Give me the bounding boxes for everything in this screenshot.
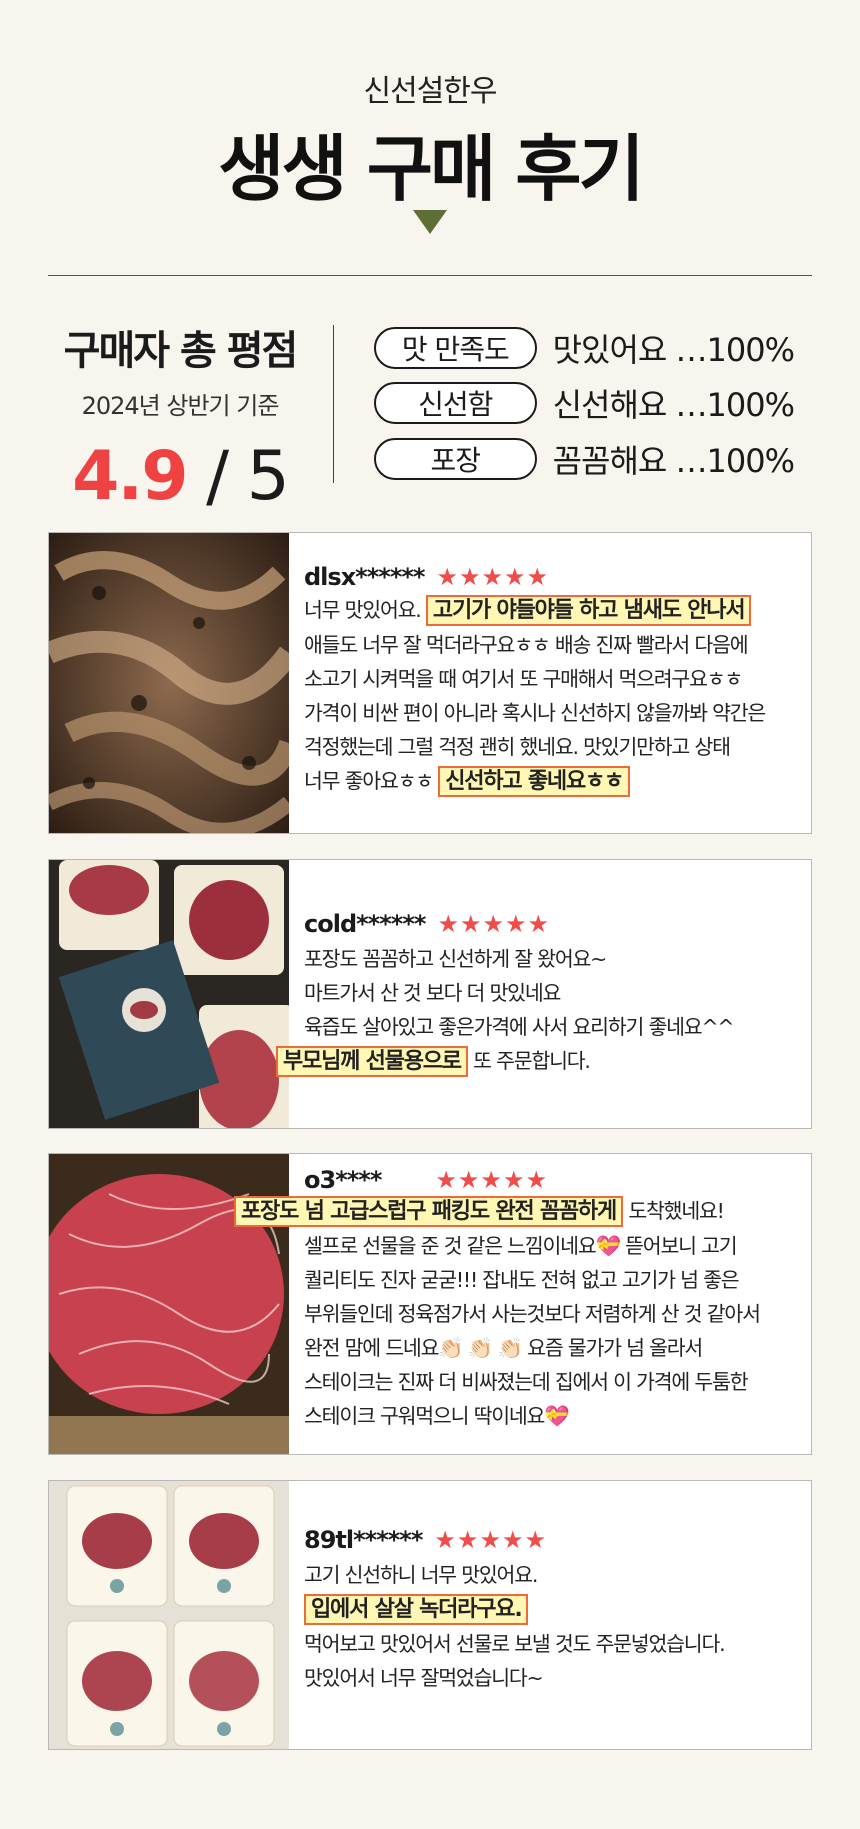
review-line-text: 너무 맛있어요. xyxy=(304,598,426,622)
criteria-result: 맛있어요 …100% xyxy=(552,331,795,369)
criteria-label: 맛 만족도 xyxy=(374,327,537,369)
review-line: 완전 맘에 드네요👏🏻 👏🏻 👏🏻 요즘 물가가 넘 올라서 xyxy=(304,1336,703,1360)
divider xyxy=(48,275,812,276)
review-line: 퀄리티도 진자 굳굳!!! 잡내도 전혀 없고 고기가 넘 좋은 xyxy=(304,1268,740,1292)
score-value: 4.9 xyxy=(72,437,188,516)
review-line: 소고기 시켜먹을 때 여기서 또 구매해서 먹으려구요ㅎㅎ xyxy=(304,667,743,691)
reviewer-id: 89tl****** xyxy=(304,1526,423,1554)
rating-summary: 구매자 총 평점 2024년 상반기 기준 4.9 / 5 xyxy=(40,318,320,516)
down-triangle-icon xyxy=(413,210,447,234)
vertical-divider xyxy=(333,325,334,483)
review-highlight: 고기가 야들야들 하고 냄새도 안나서 xyxy=(425,595,752,626)
criteria-freshness: 신선함 신선해요 …100% xyxy=(374,381,795,425)
review-line: 걱정했는데 그럴 걱정 괜히 했네요. 맛있기만하고 상태 xyxy=(304,735,731,759)
review-line: 부모님께 선물용으로 또 주문합니다. xyxy=(276,1044,803,1079)
star-rating-icon: ★★★★★ xyxy=(434,1526,547,1554)
review-line-text: 너무 좋아요ㅎㅎ xyxy=(304,769,439,793)
review-line: 애들도 너무 잘 먹더라구요ㅎㅎ 배송 진짜 빨라서 다음에 xyxy=(304,633,749,657)
review-line: 너무 맛있어요. 고기가 야들야들 하고 냄새도 안나서 xyxy=(304,593,803,628)
review-photo-gift-box xyxy=(49,860,289,1128)
review-card: dlsx****** ★★★★★ 너무 맛있어요. 고기가 야들야들 하고 냄새도… xyxy=(48,532,812,834)
review-card: o3**** ★★★★★ 포장도 넘 고급스럽구 패킹도 완전 꼼꼼하게 도착했네… xyxy=(48,1153,812,1455)
review-line: 먹어보고 맛있어서 선물로 보낼 것도 주문넣었습니다. xyxy=(304,1632,726,1656)
criteria-label: 신선함 xyxy=(374,382,537,424)
rating-period: 2024년 상반기 기준 xyxy=(81,392,280,420)
review-highlight: 입에서 살살 녹더라구요. xyxy=(304,1594,529,1625)
review-line: 포장도 꼼꼼하고 신선하게 잘 왔어요~ xyxy=(304,947,607,971)
star-rating-icon: ★★★★★ xyxy=(436,563,550,591)
criteria-label: 포장 xyxy=(374,438,537,480)
criteria-taste: 맛 만족도 맛있어요 …100% xyxy=(374,326,795,370)
review-line: 부위들인데 정육점가서 사는것보다 저렴하게 산 것 같아서 xyxy=(304,1302,761,1326)
review-highlight: 부모님께 선물용으로 xyxy=(276,1046,468,1077)
review-line: 마트가서 산 것 보다 더 맛있네요 xyxy=(304,981,561,1005)
brand-name: 신선설한우 xyxy=(363,74,498,109)
score-max: / 5 xyxy=(186,437,290,516)
review-line: 고기 신선하니 너무 맛있어요. xyxy=(304,1563,538,1587)
reviewer-id: cold****** xyxy=(304,910,426,938)
star-rating-icon: ★★★★★ xyxy=(435,1166,548,1194)
review-line-text: 또 주문합니다. xyxy=(467,1049,591,1073)
reviewer-id: o3**** xyxy=(304,1166,382,1194)
review-photo-grilled-beef xyxy=(49,533,289,833)
rating-title: 구매자 총 평점 xyxy=(63,328,299,374)
criteria-result: 꼼꼼해요 …100% xyxy=(552,442,795,480)
page-title: 생생 구매 후기 xyxy=(218,127,645,211)
review-line: 스테이크 구워먹으니 딱이네요💝 xyxy=(304,1404,570,1428)
star-rating-icon: ★★★★★ xyxy=(437,910,551,938)
review-highlight: 포장도 넘 고급스럽구 패킹도 완전 꼼꼼하게 xyxy=(234,1196,624,1227)
review-line: 스테이크는 진짜 더 비싸졌는데 집에서 이 가격에 두툼한 xyxy=(304,1370,749,1394)
review-text: 포장도 꼼꼼하고 신선하게 잘 왔어요~ 마트가서 산 것 보다 더 맛있네요 … xyxy=(276,942,803,1079)
rating-score: 4.9 / 5 xyxy=(40,437,320,516)
review-line: 너무 좋아요ㅎㅎ 신선하고 좋네요ㅎㅎ xyxy=(304,764,803,799)
review-line: 포장도 넘 고급스럽구 패킹도 완전 꼼꼼하게 도착했네요! xyxy=(234,1194,803,1229)
review-photo-packaged-meat xyxy=(49,1481,289,1749)
review-text: 너무 맛있어요. 고기가 야들야들 하고 냄새도 안나서 애들도 너무 잘 먹더… xyxy=(304,593,803,799)
review-line: 입에서 살살 녹더라구요. xyxy=(304,1592,803,1627)
review-card: 89tl****** ★★★★★ 고기 신선하니 너무 맛있어요. 입에서 살살 … xyxy=(48,1480,812,1750)
review-text: 포장도 넘 고급스럽구 패킹도 완전 꼼꼼하게 도착했네요! 셀프로 선물을 준… xyxy=(234,1194,803,1433)
reviewer-id: dlsx****** xyxy=(304,563,425,591)
review-line: 셀프로 선물을 준 것 같은 느낌이네요💝 뜯어보니 고기 xyxy=(304,1234,738,1258)
criteria-result: 신선해요 …100% xyxy=(552,386,795,424)
review-line-text: 도착했네요! xyxy=(623,1199,725,1223)
review-line: 맛있어서 너무 잘먹었습니다~ xyxy=(304,1666,544,1690)
review-line: 가격이 비싼 편이 아니라 혹시나 신선하지 않을까봐 약간은 xyxy=(304,701,766,725)
review-line: 육즙도 살아있고 좋은가격에 사서 요리하기 좋네요^^ xyxy=(304,1015,735,1039)
review-card: cold****** ★★★★★ 포장도 꼼꼼하고 신선하게 잘 왔어요~ 마트가… xyxy=(48,859,812,1129)
review-text: 고기 신선하니 너무 맛있어요. 입에서 살살 녹더라구요. 먹어보고 맛있어서… xyxy=(304,1558,803,1695)
review-highlight: 신선하고 좋네요ㅎㅎ xyxy=(438,766,631,797)
criteria-packaging: 포장 꼼꼼해요 …100% xyxy=(374,437,795,481)
